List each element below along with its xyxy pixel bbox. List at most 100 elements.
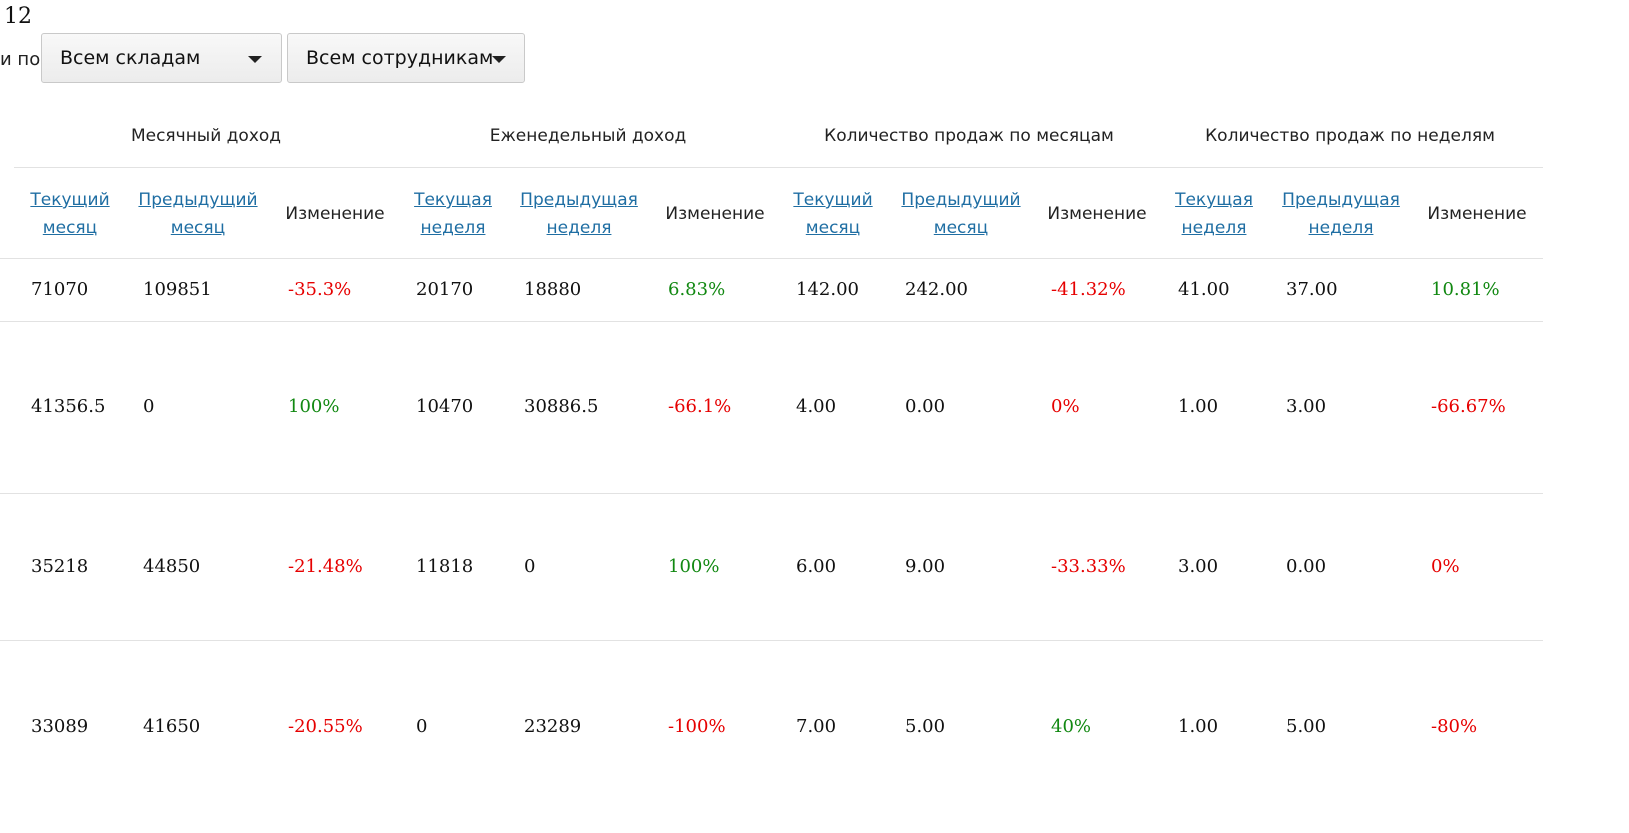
column-header-line1: Текущая (414, 190, 492, 210)
column-sort-link[interactable]: Предыдущий месяц (901, 190, 1020, 238)
table-cell: 109851 (143, 279, 212, 300)
table-cell: 10470 (416, 396, 474, 417)
column-sort-link[interactable]: Предыдущая неделя (520, 190, 638, 238)
change-cell: -80% (1431, 716, 1478, 737)
table-cell: 30886.5 (524, 396, 599, 417)
change-cell: 10.81% (1431, 279, 1500, 300)
warehouse-select-value: Всем складам (60, 47, 201, 69)
table-cell: 7.00 (796, 716, 837, 737)
table-cell: 20170 (416, 279, 474, 300)
column-header-line2: месяц (933, 218, 989, 238)
column-header-link[interactable]: Текущая неделя (414, 186, 492, 242)
table-cell: 18880 (524, 279, 582, 300)
table-cell: 0 (524, 556, 536, 577)
column-header: Изменение (285, 200, 384, 228)
column-header-link[interactable]: Предыдущая неделя (520, 186, 638, 242)
change-cell: -35.3% (288, 279, 352, 300)
table-cell: 4.00 (796, 396, 837, 417)
table-cell: 41650 (143, 716, 201, 737)
table-cell: 6.00 (796, 556, 837, 577)
warehouse-select[interactable]: Всем складам (41, 33, 282, 83)
group-header-weekly-sales: Количество продаж по неделям (1205, 126, 1495, 146)
column-header-line1: Предыдущий (138, 190, 258, 210)
column-header-line2: месяц (170, 218, 226, 238)
column-sort-link[interactable]: Текущий месяц (793, 190, 872, 238)
chevron-down-icon (492, 56, 506, 63)
table-cell: 0.00 (905, 396, 946, 417)
filter-label: и по (0, 49, 41, 70)
table-cell: 142.00 (796, 279, 859, 300)
employee-select[interactable]: Всем сотрудникам (287, 33, 525, 83)
group-header-monthly-income: Месячный доход (130, 126, 282, 146)
column-sort-link[interactable]: Предыдущая неделя (1282, 190, 1400, 238)
column-header-line1: Текущий (793, 190, 873, 210)
table-cell: 71070 (31, 279, 89, 300)
change-cell: -66.1% (668, 396, 732, 417)
table-cell: 41.00 (1178, 279, 1230, 300)
column-header-line1: Текущая (1175, 190, 1253, 210)
column-header-link[interactable]: Текущий месяц (30, 186, 109, 242)
change-cell: -33.33% (1051, 556, 1126, 577)
column-header-link[interactable]: Предыдущий месяц (138, 186, 257, 242)
column-header-line1: Предыдущий (901, 190, 1021, 210)
table-cell: 5.00 (905, 716, 946, 737)
column-header-line1: Предыдущая (520, 190, 638, 210)
top-number: 12 (4, 4, 32, 29)
column-header: Изменение (665, 200, 764, 228)
change-cell: -100% (668, 716, 726, 737)
change-cell: 0% (1051, 396, 1080, 417)
column-header-label: Изменение (1427, 204, 1527, 224)
group-header-weekly-income: Еженедельный доход (489, 126, 687, 146)
column-header-label: Изменение (285, 204, 385, 224)
column-header-link[interactable]: Текущая неделя (1175, 186, 1253, 242)
divider (14, 167, 1543, 168)
divider (0, 640, 1543, 641)
table-cell: 3.00 (1178, 556, 1219, 577)
divider (0, 258, 1543, 259)
table-cell: 1.00 (1178, 396, 1219, 417)
group-header-monthly-sales: Количество продаж по месяцам (824, 126, 1114, 146)
table-cell: 33089 (31, 716, 89, 737)
column-header-line2: месяц (805, 218, 861, 238)
table-cell: 5.00 (1286, 716, 1327, 737)
divider (0, 493, 1543, 494)
column-header: Изменение (1427, 200, 1526, 228)
column-header-link[interactable]: Предыдущая неделя (1282, 186, 1400, 242)
table-cell: 0.00 (1286, 556, 1327, 577)
column-header-label: Изменение (1047, 204, 1147, 224)
change-cell: -21.48% (288, 556, 363, 577)
column-header-line2: месяц (42, 218, 98, 238)
change-cell: 100% (668, 556, 720, 577)
column-header-line2: неделя (1308, 218, 1374, 238)
column-header-line1: Текущий (30, 190, 110, 210)
table-cell: 9.00 (905, 556, 946, 577)
change-cell: -20.55% (288, 716, 363, 737)
change-cell: 6.83% (668, 279, 726, 300)
column-sort-link[interactable]: Предыдущий месяц (138, 190, 257, 238)
table-cell: 44850 (143, 556, 201, 577)
table-cell: 23289 (524, 716, 582, 737)
change-cell: -66.67% (1431, 396, 1506, 417)
change-cell: -41.32% (1051, 279, 1126, 300)
column-header-line2: неделя (546, 218, 612, 238)
column-header-link[interactable]: Текущий месяц (793, 186, 872, 242)
column-header: Изменение (1047, 200, 1146, 228)
column-header-line2: неделя (420, 218, 486, 238)
table-cell: 1.00 (1178, 716, 1219, 737)
chevron-down-icon (248, 56, 262, 63)
table-cell: 41356.5 (31, 396, 106, 417)
table-cell: 0 (143, 396, 155, 417)
table-cell: 35218 (31, 556, 89, 577)
column-sort-link[interactable]: Текущая неделя (1175, 190, 1253, 238)
column-sort-link[interactable]: Текущий месяц (30, 190, 109, 238)
table-cell: 37.00 (1286, 279, 1338, 300)
column-header-link[interactable]: Предыдущий месяц (901, 186, 1020, 242)
column-sort-link[interactable]: Текущая неделя (414, 190, 492, 238)
table-cell: 242.00 (905, 279, 968, 300)
change-cell: 40% (1051, 716, 1092, 737)
column-header-line1: Предыдущая (1282, 190, 1400, 210)
table-cell: 3.00 (1286, 396, 1327, 417)
change-cell: 100% (288, 396, 340, 417)
change-cell: 0% (1431, 556, 1460, 577)
divider (0, 321, 1543, 322)
